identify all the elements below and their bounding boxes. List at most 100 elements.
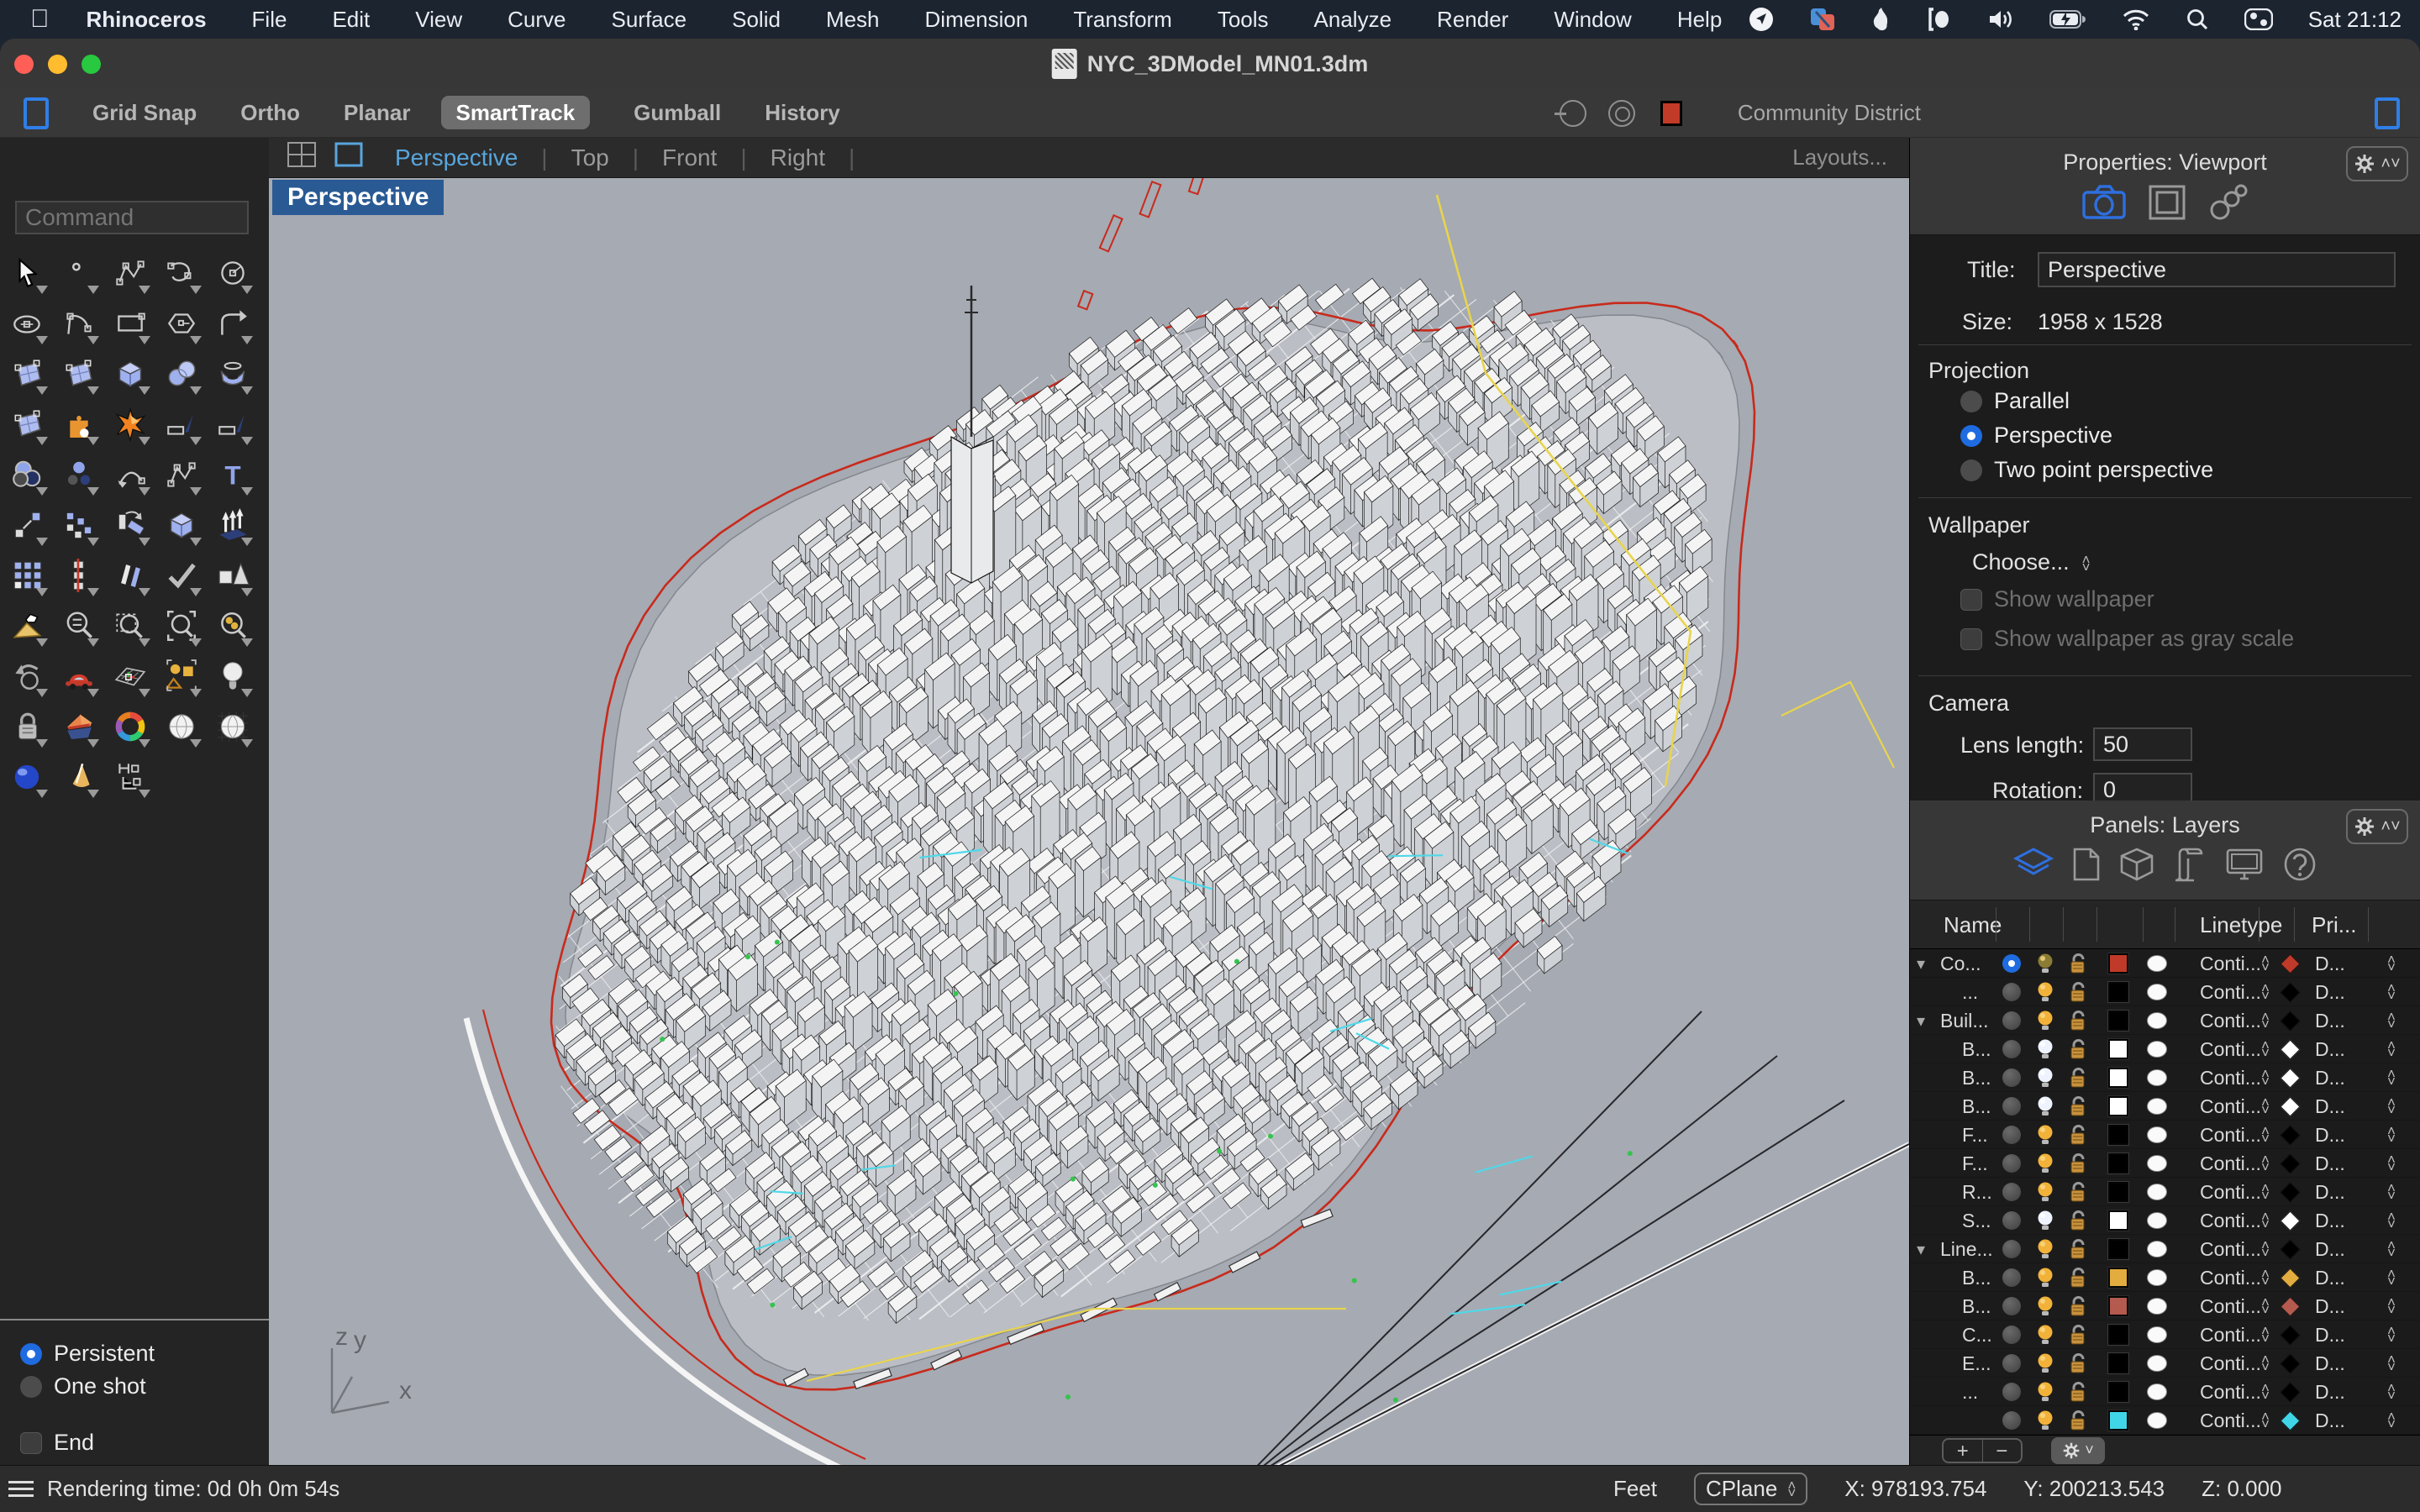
layer-lock-icon[interactable] bbox=[2068, 1320, 2088, 1349]
print-color-diamond[interactable] bbox=[2283, 1178, 2297, 1206]
linetype-updown-icon[interactable]: ˄˅ bbox=[2261, 1063, 2270, 1092]
layer-material-icon[interactable] bbox=[2147, 978, 2167, 1006]
layer-linetype[interactable]: Conti... bbox=[2200, 1035, 2261, 1063]
revolve-solid-icon[interactable] bbox=[207, 349, 258, 399]
layer-row[interactable]: R...Conti...˄˅D...˄˅ bbox=[1910, 1178, 2420, 1206]
record-icon[interactable] bbox=[1608, 100, 1635, 127]
ellipse-tool-icon[interactable] bbox=[2, 298, 53, 349]
print-updown-icon[interactable]: ˄˅ bbox=[2387, 1349, 2396, 1378]
print-updown-icon[interactable]: ˄˅ bbox=[2387, 1292, 2396, 1320]
layer-row[interactable]: S...Conti...˄˅D...˄˅ bbox=[1910, 1206, 2420, 1235]
print-updown-icon[interactable]: ˄˅ bbox=[2387, 1149, 2396, 1178]
layer-visibility-bulb-icon[interactable] bbox=[2036, 1292, 2054, 1320]
print-updown-icon[interactable]: ˄˅ bbox=[2387, 1378, 2396, 1406]
render-sphere-icon[interactable] bbox=[2, 752, 53, 802]
single-viewport-icon[interactable] bbox=[334, 142, 363, 173]
curve-fillet-icon[interactable] bbox=[207, 298, 258, 349]
linetype-updown-icon[interactable]: ˄˅ bbox=[2261, 1406, 2270, 1435]
current-layer-radio[interactable] bbox=[2002, 1292, 2021, 1320]
navigation-icon[interactable] bbox=[1749, 7, 1774, 32]
layer-lock-icon[interactable] bbox=[2068, 1263, 2088, 1292]
zoom-tool-icon[interactable] bbox=[53, 601, 104, 651]
layer-row[interactable]: B...Conti...˄˅D...˄˅ bbox=[1910, 1263, 2420, 1292]
layer-material-icon[interactable] bbox=[2147, 1235, 2167, 1263]
print-updown-icon[interactable]: ˄˅ bbox=[2387, 1063, 2396, 1092]
current-layer-radio[interactable] bbox=[2002, 949, 2021, 978]
layer-print-width[interactable]: D... bbox=[2315, 1035, 2345, 1063]
current-layer-radio[interactable] bbox=[2002, 1378, 2021, 1406]
layer-visibility-bulb-icon[interactable] bbox=[2036, 1121, 2054, 1149]
extrude-surface-icon[interactable] bbox=[155, 399, 207, 449]
tab-perspective[interactable]: Perspective bbox=[371, 144, 541, 171]
layer-visibility-bulb-icon[interactable] bbox=[2036, 1349, 2054, 1378]
copy-tool-icon[interactable] bbox=[53, 500, 104, 550]
close-window-button[interactable] bbox=[14, 55, 34, 74]
layer-linetype[interactable]: Conti... bbox=[2200, 1149, 2261, 1178]
layer-color-swatch[interactable] bbox=[2108, 1035, 2128, 1063]
layer-material-icon[interactable] bbox=[2147, 1406, 2167, 1435]
spotlight-tool-icon[interactable] bbox=[53, 752, 104, 802]
layer-linetype[interactable]: Conti... bbox=[2200, 1006, 2261, 1035]
patch-surface-icon[interactable] bbox=[2, 399, 53, 449]
remove-layer-button[interactable]: − bbox=[1983, 1440, 2022, 1462]
menu-transform[interactable]: Transform bbox=[1073, 7, 1172, 32]
layer-lock-icon[interactable] bbox=[2068, 978, 2088, 1006]
layer-visibility-bulb-icon[interactable] bbox=[2036, 1206, 2054, 1235]
layer-lock-icon[interactable] bbox=[2068, 1006, 2088, 1035]
layer-linetype[interactable]: Conti... bbox=[2200, 978, 2261, 1006]
apple-menu-icon[interactable]:  bbox=[30, 5, 50, 34]
print-color-diamond[interactable] bbox=[2283, 1378, 2297, 1406]
linetype-updown-icon[interactable]: ˄˅ bbox=[2261, 1263, 2270, 1292]
layer-name[interactable]: B... bbox=[1962, 1063, 1991, 1092]
print-color-diamond[interactable] bbox=[2283, 1320, 2297, 1349]
layer-print-width[interactable]: D... bbox=[2315, 978, 2345, 1006]
current-layer-radio[interactable] bbox=[2002, 1406, 2021, 1435]
layer-color-swatch[interactable] bbox=[2108, 1235, 2128, 1263]
layer-visibility-bulb-icon[interactable] bbox=[2036, 1035, 2054, 1063]
checkbox-end[interactable] bbox=[20, 1432, 42, 1454]
array-grid-icon[interactable] bbox=[2, 550, 53, 601]
current-layer-radio[interactable] bbox=[2002, 1320, 2021, 1349]
linetype-updown-icon[interactable]: ˄˅ bbox=[2261, 1006, 2270, 1035]
layer-print-width[interactable]: D... bbox=[2315, 1149, 2345, 1178]
primitives-icon[interactable] bbox=[207, 550, 258, 601]
layer-print-width[interactable]: D... bbox=[2315, 1092, 2345, 1121]
layer-lock-icon[interactable] bbox=[2068, 1235, 2088, 1263]
layer-visibility-bulb-icon[interactable] bbox=[2036, 1378, 2054, 1406]
add-layer-button[interactable]: + bbox=[1944, 1440, 1983, 1462]
layer-lock-icon[interactable] bbox=[2068, 1121, 2088, 1149]
properties-gear-button[interactable]: ˄˅ bbox=[2346, 146, 2408, 181]
layer-color-swatch[interactable] bbox=[2108, 978, 2128, 1006]
layer-name[interactable]: Buil... bbox=[1940, 1006, 1989, 1035]
layer-row[interactable]: Conti...˄˅D...˄˅ bbox=[1910, 1406, 2420, 1435]
rendered-display-icon[interactable] bbox=[207, 701, 258, 752]
layer-lock-icon[interactable] bbox=[2068, 1092, 2088, 1121]
layer-lock-icon[interactable] bbox=[2068, 1149, 2088, 1178]
layers-gear-button[interactable]: ˄˅ bbox=[2346, 809, 2408, 844]
viewport-title-input[interactable] bbox=[2038, 252, 2396, 287]
layer-print-width[interactable]: D... bbox=[2315, 1178, 2345, 1206]
viewport-name-badge[interactable]: Perspective bbox=[272, 180, 444, 215]
tab-right[interactable]: Right bbox=[747, 144, 849, 171]
layer-linetype[interactable]: Conti... bbox=[2200, 1378, 2261, 1406]
linetype-updown-icon[interactable]: ˄˅ bbox=[2261, 1149, 2270, 1178]
camera-icon[interactable] bbox=[2082, 184, 2126, 225]
layer-lock-icon[interactable] bbox=[2068, 1378, 2088, 1406]
layer-lock-icon[interactable] bbox=[2068, 1063, 2088, 1092]
surface-from-points-icon[interactable] bbox=[2, 349, 53, 399]
layer-linetype[interactable]: Conti... bbox=[2200, 1235, 2261, 1263]
layer-material-icon[interactable] bbox=[2147, 1006, 2167, 1035]
layer-material-icon[interactable] bbox=[2147, 1292, 2167, 1320]
shortcut-icon[interactable] bbox=[1927, 7, 1952, 32]
print-color-diamond[interactable] bbox=[2283, 1121, 2297, 1149]
print-updown-icon[interactable]: ˄˅ bbox=[2387, 1092, 2396, 1121]
layer-name[interactable]: ... bbox=[1962, 1378, 1978, 1406]
arc-blend-icon[interactable] bbox=[104, 449, 155, 500]
array-tool-icon[interactable] bbox=[207, 500, 258, 550]
print-color-diamond[interactable] bbox=[2283, 1206, 2297, 1235]
wallpaper-choose-dropdown[interactable]: Choose... ˄˅ bbox=[1972, 549, 2091, 575]
extrude-solid-icon[interactable] bbox=[207, 399, 258, 449]
display-icon[interactable] bbox=[2225, 847, 2264, 886]
current-layer-radio[interactable] bbox=[2002, 1063, 2021, 1092]
linetype-updown-icon[interactable]: ˄˅ bbox=[2261, 1378, 2270, 1406]
